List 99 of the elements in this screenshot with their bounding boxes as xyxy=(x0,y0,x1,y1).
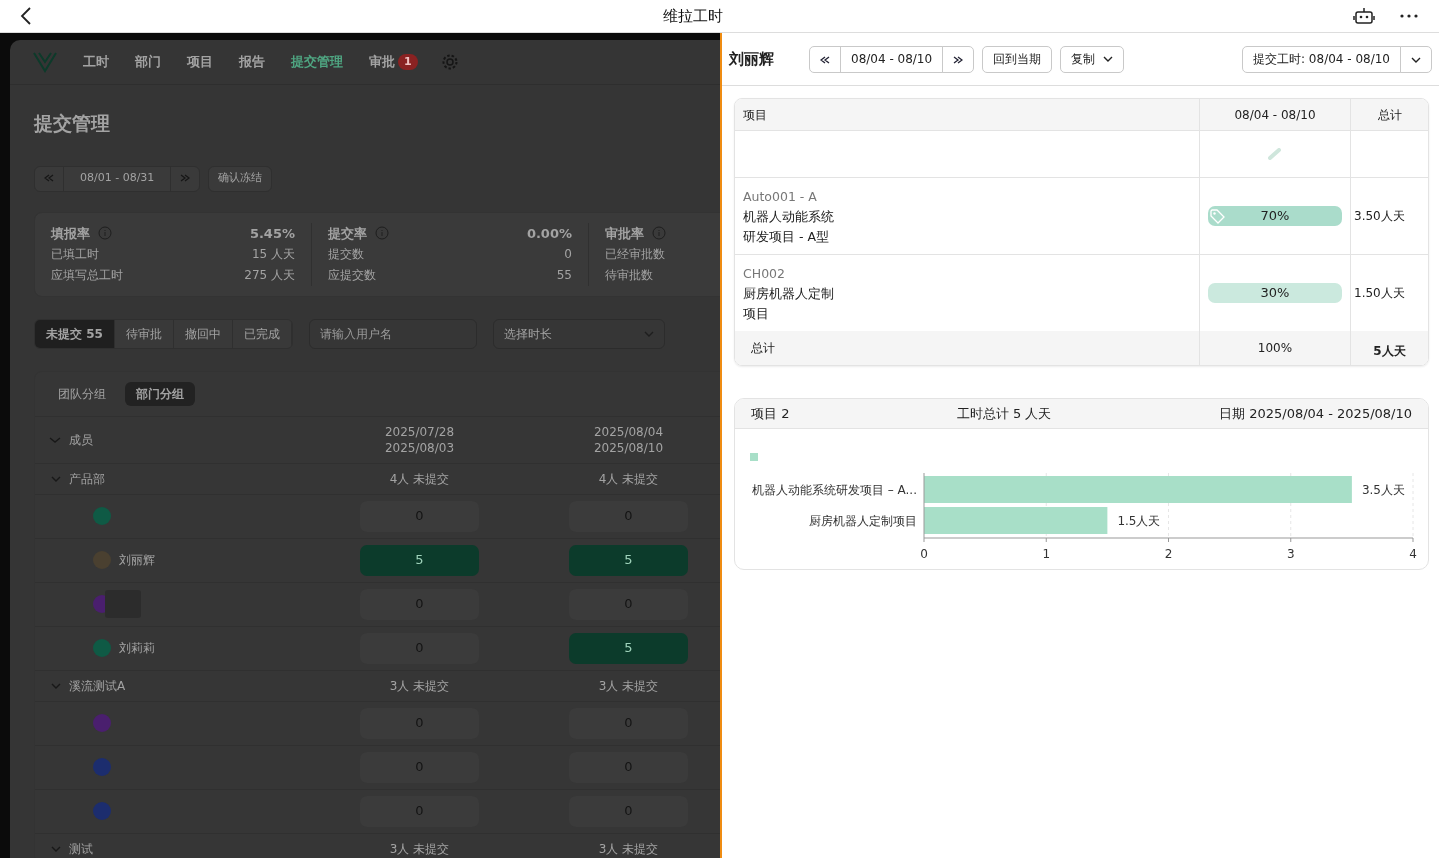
legend-swatch xyxy=(750,453,758,461)
date-range: 日期 2025/08/04 - 2025/08/10 xyxy=(1219,404,1412,423)
nav-tab[interactable]: 工时 xyxy=(70,52,122,72)
project-name: 机器人动能系统 xyxy=(743,208,835,226)
stat-value: 275 人天 xyxy=(244,266,295,284)
chevron-down-icon xyxy=(643,330,654,337)
stat-value: 55 xyxy=(556,266,572,284)
dropdown-button[interactable] xyxy=(1400,45,1432,73)
stat-title: 提交率 xyxy=(328,224,367,243)
total-value: 1.50人天 xyxy=(1354,285,1405,302)
stat-label: 提交数 xyxy=(328,245,364,263)
status-tab[interactable]: 待审批 xyxy=(114,319,174,348)
nav-tab[interactable]: 审批 1 xyxy=(356,52,431,72)
chevron-down-icon xyxy=(49,436,61,443)
stat-label: 待审批数 xyxy=(605,266,653,284)
status-tab[interactable]: 已完成 xyxy=(232,319,292,348)
tick-label: 3 xyxy=(1286,547,1295,561)
nav-tab[interactable]: 报告 xyxy=(226,52,278,72)
share-tag[interactable]: 30% xyxy=(1208,283,1342,303)
tick-label: 0 xyxy=(920,547,928,561)
stat-value: 5.45% xyxy=(249,224,295,243)
back-icon[interactable] xyxy=(20,7,32,25)
double-chevron-right-icon xyxy=(180,174,191,183)
user-search-field[interactable]: 请输入用户名 xyxy=(308,318,477,349)
project-code: Auto001 - A xyxy=(743,188,818,206)
group-name: 溪流测试A xyxy=(69,677,126,695)
submit-button[interactable]: 提交工时: 08/04 - 08/10 xyxy=(1242,45,1401,73)
footer-total: 5人天 xyxy=(1373,343,1406,360)
stat-value: 0 xyxy=(564,245,572,263)
value-label: 1.5人天 xyxy=(1117,514,1161,528)
more-icon[interactable] xyxy=(1399,13,1419,19)
column-header: 08/04 - 08/10 xyxy=(1234,106,1316,124)
project-name: 研发项目 - A型 xyxy=(743,228,830,246)
project-count: 项目 2 xyxy=(751,404,790,423)
footer-label: 总计 xyxy=(751,340,775,357)
stat-value: 0.00% xyxy=(526,224,572,243)
double-chevron-left-icon xyxy=(820,55,830,64)
hours-cell[interactable]: 5 xyxy=(569,544,688,576)
column-header: 成员 xyxy=(69,431,93,449)
status-tab[interactable]: 撤回中 xyxy=(173,319,233,348)
nav-tab[interactable]: 提交管理 xyxy=(278,52,356,72)
group-summary: 4人 未提交 xyxy=(389,470,450,488)
stat-label: 应填写总工时 xyxy=(51,266,123,284)
project-name: 厨房机器人定制 xyxy=(743,285,835,303)
group-summary: 4人 未提交 xyxy=(598,470,659,488)
stat-label: 已填工时 xyxy=(51,245,99,263)
group-summary: 3人 未提交 xyxy=(598,677,659,695)
logo-icon xyxy=(32,51,58,73)
status-tab[interactable]: 未提交 55 xyxy=(35,319,115,348)
category-label: 厨房机器人定制项目 xyxy=(809,514,917,528)
double-chevron-right-icon xyxy=(953,55,964,64)
tick-label: 4 xyxy=(1409,547,1417,561)
stat-label: 应提交数 xyxy=(328,266,376,284)
hours-cell[interactable]: 5 xyxy=(360,544,479,576)
hours-cell[interactable]: 5 xyxy=(569,632,688,664)
chevron-down-icon xyxy=(1411,56,1421,63)
stat-title: 填报率 xyxy=(51,224,90,243)
member-name: 刘莉莉 xyxy=(119,640,155,657)
period-button[interactable]: 08/01 - 08/31 xyxy=(63,165,172,192)
value-label: 3.5人天 xyxy=(1361,483,1405,497)
stat-title: 审批率 xyxy=(605,224,644,243)
group-name: 产品部 xyxy=(69,470,105,488)
group-summary: 3人 未提交 xyxy=(598,840,659,858)
person-name: 刘丽辉 xyxy=(729,48,775,70)
duration-select[interactable]: 选择时长 xyxy=(492,318,665,349)
chevron-down-icon xyxy=(1103,56,1114,62)
tick-label: 1 xyxy=(1042,547,1051,561)
page-title: 提交管理 xyxy=(34,111,111,136)
group-tab[interactable]: 部门分组 xyxy=(125,381,195,406)
tag-icon xyxy=(1209,208,1225,224)
copy-button[interactable]: 复制 xyxy=(1060,45,1125,73)
group-summary: 3人 未提交 xyxy=(389,677,450,695)
freeze-button[interactable]: 确认冻结 xyxy=(208,165,273,192)
robot-icon[interactable] xyxy=(1353,7,1375,25)
nav-tab[interactable]: 部门 xyxy=(122,52,174,72)
period-button[interactable]: 08/04 - 08/10 xyxy=(840,45,944,73)
tick-label: 2 xyxy=(1164,547,1173,561)
column-header: 2025/08/04 2025/08/10 xyxy=(593,423,664,456)
share-tag[interactable]: 70% xyxy=(1208,206,1342,226)
column-header: 项目 xyxy=(743,106,767,124)
double-chevron-left-icon xyxy=(44,174,54,183)
hours-total: 工时总计 5 人天 xyxy=(956,404,1052,423)
app-title: 维拉工时 xyxy=(662,7,723,25)
group-name: 测试 xyxy=(69,840,93,858)
project-name: 项目 xyxy=(743,305,770,323)
footer-value: 100% xyxy=(1257,340,1293,357)
total-value: 3.50人天 xyxy=(1354,208,1405,225)
column-header: 总计 xyxy=(1377,106,1402,124)
nav-tab[interactable]: 项目 xyxy=(174,52,226,72)
group-tab[interactable]: 团队分组 xyxy=(47,381,117,406)
stat-label: 已经审批数 xyxy=(605,245,665,263)
group-summary: 3人 未提交 xyxy=(389,840,450,858)
member-name: 刘丽辉 xyxy=(119,552,155,569)
category-label: 机器人动能系统研发项目 – A... xyxy=(751,483,917,497)
current-period-button[interactable]: 回到当期 xyxy=(982,45,1053,73)
column-header: 2025/07/28 2025/08/03 xyxy=(384,423,455,456)
count-badge: 1 xyxy=(398,53,418,71)
project-code: CH002 xyxy=(743,265,786,283)
stat-value: 15 人天 xyxy=(251,245,295,263)
